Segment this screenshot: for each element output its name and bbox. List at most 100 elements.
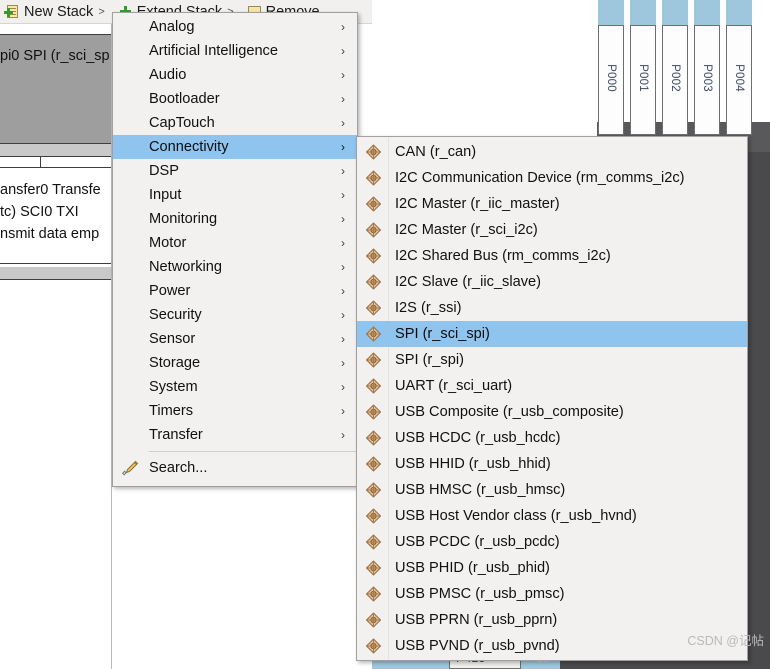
module-plug-icon — [366, 222, 381, 238]
menu-item-system[interactable]: System › — [113, 375, 357, 399]
chevron-right-icon: › — [341, 212, 345, 226]
submenu-item-usb-pmsc[interactable]: USB PMSC (r_usb_pmsc) — [357, 581, 747, 607]
submenu-item-i2c-master-sci[interactable]: I2C Master (r_sci_i2c) — [357, 217, 747, 243]
menu-item-analog[interactable]: Analog › — [113, 15, 357, 39]
menu-item-label: Connectivity — [149, 139, 229, 155]
menu-item-connectivity[interactable]: Connectivity › — [113, 135, 357, 159]
submenu-item-label: USB Composite (r_usb_composite) — [395, 404, 624, 420]
panel-detail-box: ansfer0 Transfe tc) SCI0 TXI nsmit data … — [0, 168, 112, 264]
menu-item-monitoring[interactable]: Monitoring › — [113, 207, 357, 231]
chevron-right-icon: › — [341, 236, 345, 250]
chevron-right-icon: › — [341, 116, 345, 130]
menu-item-label: Power — [149, 283, 191, 299]
module-plug-icon — [366, 352, 381, 368]
menu-item-label: DSP — [149, 163, 180, 179]
submenu-item-i2c-master-iic[interactable]: I2C Master (r_iic_master) — [357, 191, 747, 217]
chevron-right-icon: › — [341, 164, 345, 178]
submenu-item-label: I2C Shared Bus (rm_comms_i2c) — [395, 248, 611, 264]
submenu-item-i2c-communication-device[interactable]: I2C Communication Device (rm_comms_i2c) — [357, 165, 747, 191]
menu-item-captouch[interactable]: CapTouch › — [113, 111, 357, 135]
watermark: CSDN @记帖 — [687, 634, 764, 648]
submenu-item-usb-hmsc[interactable]: USB HMSC (r_usb_hmsc) — [357, 477, 747, 503]
chevron-right-icon: › — [341, 188, 345, 202]
menu-item-label: Analog — [149, 19, 195, 35]
menu-item-label: Timers — [149, 403, 194, 419]
menu-item-timers[interactable]: Timers › — [113, 399, 357, 423]
chevron-right-icon: › — [341, 92, 345, 106]
chevron-right-icon: › — [341, 332, 345, 346]
module-plug-icon — [366, 300, 381, 316]
submenu-item-can[interactable]: CAN (r_can) — [357, 139, 747, 165]
stack-module-label: pi0 SPI (r_sci_sp — [0, 48, 110, 64]
chevron-right-icon: › — [341, 428, 345, 442]
panel-strip-lower — [0, 267, 112, 279]
submenu-item-uart[interactable]: UART (r_sci_uart) — [357, 373, 747, 399]
submenu-item-label: I2C Communication Device (rm_comms_i2c) — [395, 170, 685, 186]
chevron-right-icon: › — [341, 308, 345, 322]
module-plug-icon — [366, 144, 381, 160]
menu-item-label: Storage — [149, 355, 201, 371]
menu-item-sensor[interactable]: Sensor › — [113, 327, 357, 351]
menu-item-bootloader[interactable]: Bootloader › — [113, 87, 357, 111]
menu-item-dsp[interactable]: DSP › — [113, 159, 357, 183]
module-plug-icon — [366, 404, 381, 420]
panel-detail-line-1: ansfer0 Transfe — [0, 182, 101, 198]
module-category-menu[interactable]: Analog › Artificial Intelligence › Audio… — [112, 12, 358, 487]
module-plug-icon — [366, 326, 381, 342]
submenu-item-i2c-slave[interactable]: I2C Slave (r_iic_slave) — [357, 269, 747, 295]
module-plug-icon — [366, 378, 381, 394]
submenu-item-label: SPI (r_spi) — [395, 352, 464, 368]
menu-item-label: Artificial Intelligence — [149, 43, 278, 59]
panel-tab-row — [0, 156, 112, 168]
menu-item-label: Monitoring — [149, 211, 218, 227]
submenu-item-label: USB PHID (r_usb_phid) — [395, 560, 550, 576]
module-plug-icon — [366, 456, 381, 472]
module-plug-icon — [366, 196, 381, 212]
menu-item-transfer[interactable]: Transfer › — [113, 423, 357, 447]
submenu-item-label: I2C Master (r_iic_master) — [395, 196, 560, 212]
connectivity-submenu[interactable]: CAN (r_can) I2C Communication Device (rm… — [356, 136, 748, 661]
new-stack-button[interactable]: New Stack > — [4, 4, 105, 20]
menu-item-motor[interactable]: Motor › — [113, 231, 357, 255]
submenu-item-label: CAN (r_can) — [395, 144, 477, 160]
submenu-item-usb-composite[interactable]: USB Composite (r_usb_composite) — [357, 399, 747, 425]
stack-module-block[interactable]: pi0 SPI (r_sci_sp — [0, 34, 112, 144]
menu-item-storage[interactable]: Storage › — [113, 351, 357, 375]
submenu-item-usb-phid[interactable]: USB PHID (r_usb_phid) — [357, 555, 747, 581]
menu-item-networking[interactable]: Networking › — [113, 255, 357, 279]
menu-item-security[interactable]: Security › — [113, 303, 357, 327]
module-plug-icon — [366, 586, 381, 602]
submenu-item-usb-hcdc[interactable]: USB HCDC (r_usb_hcdc) — [357, 425, 747, 451]
menu-item-search[interactable]: Search... — [113, 456, 357, 480]
app-window: pi0 SPI (r_sci_sp ansfer0 Transfe tc) SC… — [0, 0, 770, 669]
submenu-item-spi[interactable]: SPI (r_spi) — [357, 347, 747, 373]
menu-item-label: Sensor — [149, 331, 196, 347]
new-stack-icon — [4, 4, 20, 20]
pin-label: P003 — [701, 64, 713, 92]
menu-item-artificial-intelligence[interactable]: Artificial Intelligence › — [113, 39, 357, 63]
menu-item-power[interactable]: Power › — [113, 279, 357, 303]
submenu-item-label: USB PVND (r_usb_pvnd) — [395, 638, 560, 654]
new-stack-caret: > — [98, 5, 105, 18]
panel-detail-line-3: nsmit data emp — [0, 226, 100, 242]
chevron-right-icon: › — [341, 20, 345, 34]
menu-item-label: Audio — [149, 67, 187, 83]
search-pen-icon — [121, 460, 139, 476]
module-plug-icon — [366, 274, 381, 290]
module-plug-icon — [366, 560, 381, 576]
submenu-item-spi-sci[interactable]: SPI (r_sci_spi) — [357, 321, 747, 347]
pin-signal-bar — [630, 0, 656, 25]
submenu-item-usb-pcdc[interactable]: USB PCDC (r_usb_pcdc) — [357, 529, 747, 555]
submenu-item-label: I2C Slave (r_iic_slave) — [395, 274, 541, 290]
menu-item-input[interactable]: Input › — [113, 183, 357, 207]
submenu-item-usb-hhid[interactable]: USB HHID (r_usb_hhid) — [357, 451, 747, 477]
menu-item-audio[interactable]: Audio › — [113, 63, 357, 87]
submenu-item-i2s[interactable]: I2S (r_ssi) — [357, 295, 747, 321]
menu-item-label: CapTouch — [149, 115, 215, 131]
panel-strip-upper — [0, 144, 112, 156]
submenu-item-label: USB HCDC (r_usb_hcdc) — [395, 430, 561, 446]
module-plug-icon — [366, 612, 381, 628]
submenu-item-usb-host-vendor-class[interactable]: USB Host Vendor class (r_usb_hvnd) — [357, 503, 747, 529]
chevron-right-icon: › — [341, 44, 345, 58]
submenu-item-i2c-shared-bus[interactable]: I2C Shared Bus (rm_comms_i2c) — [357, 243, 747, 269]
